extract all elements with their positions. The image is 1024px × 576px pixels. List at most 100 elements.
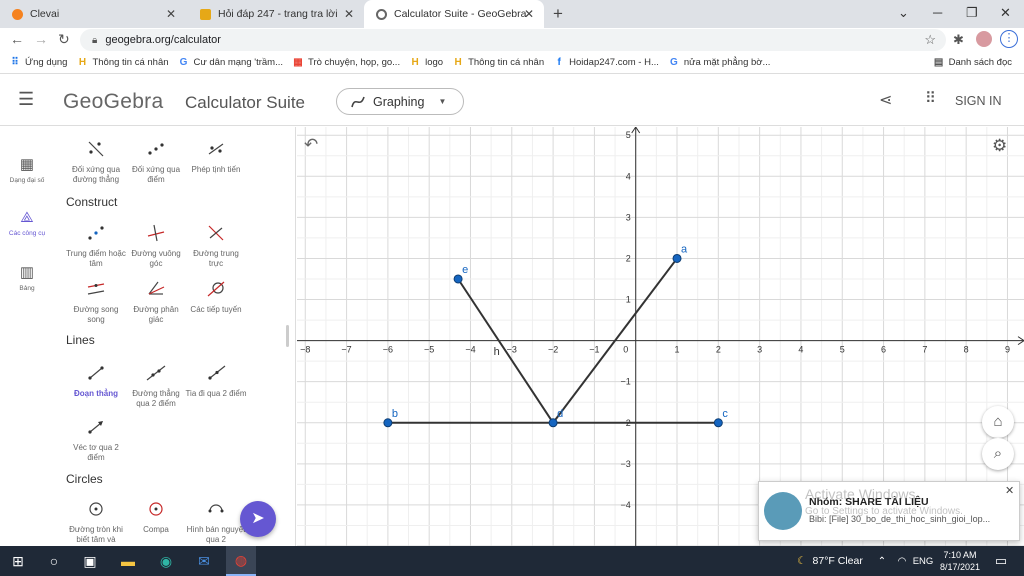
bookmark-label: logo — [425, 57, 444, 68]
bookmark-item[interactable]: f Hoidap247.com - H... — [554, 57, 658, 68]
reading-list[interactable]: ▤ Danh sách đọc — [934, 57, 1012, 68]
bookmark-item[interactable]: ⠿ Ứng dụng — [10, 57, 67, 68]
tool-reflect-line[interactable]: Đối xứng qua đường thẳng — [65, 139, 127, 185]
bookmark-item[interactable]: H Thông tin cá nhân — [77, 57, 169, 68]
bookmark-item[interactable]: Hlogo — [410, 57, 443, 68]
bookmark-item[interactable]: ▦ Trò chuyện, họp, go... — [293, 57, 400, 68]
cursor-icon: ➤ — [251, 510, 265, 527]
home-view-button[interactable]: ⌂ — [982, 406, 1014, 438]
tool-circle-center[interactable]: Đường tròn khi biết tâm và — [65, 499, 127, 545]
tool-semicircle[interactable]: Hình bán nguyệt qua 2 — [185, 499, 247, 545]
rail-item-tools[interactable]: ⟁ Các công cụ — [0, 209, 54, 237]
address-toolbar: ← → ↻ 🔒︎ geogebra.org/calculator ☆ ✱ ⋮ — [0, 28, 1024, 52]
clock[interactable]: 7:10 AM 8/17/2021 — [938, 549, 982, 573]
vector-icon — [88, 421, 103, 434]
tool-parallel[interactable]: Đường song song — [65, 279, 127, 325]
hamburger-menu-icon[interactable]: ☰ — [18, 89, 34, 110]
zoom-icon: ⌕ — [993, 445, 1003, 462]
tool-segment-selected[interactable]: Đoạn thẳng — [65, 363, 127, 399]
bookmark-item[interactable]: Gnửa mặt phẳng bờ... — [669, 57, 770, 68]
search-button[interactable]: ○ — [40, 546, 68, 576]
tool-vector[interactable]: Véc tơ qua 2 điểm — [65, 417, 127, 463]
browser-tab-active[interactable]: Calculator Suite - GeoGebra ✕ — [364, 0, 544, 28]
browser-tab[interactable]: Clevai ✕ — [0, 0, 186, 28]
profile-menu-icon[interactable]: ⌄ — [898, 5, 909, 21]
extensions-icon[interactable]: ✱ — [953, 32, 964, 48]
store-button[interactable]: ▣ — [76, 546, 104, 576]
hoidap-favicon-icon: H — [411, 56, 419, 68]
x-tick-label: −4 — [465, 345, 475, 355]
start-button[interactable]: ⊞ — [4, 546, 32, 576]
google-icon: G — [179, 56, 188, 68]
new-tab-icon[interactable]: + — [553, 4, 563, 24]
bookmark-label: Ứng dụng — [25, 57, 68, 68]
apps-grid-icon[interactable]: ⠿ — [925, 89, 936, 107]
reading-list-icon: ▤ — [933, 56, 944, 68]
browser-tab[interactable]: Hỏi đáp 247 - trang tra lời ✕ — [188, 0, 364, 28]
network-icon[interactable]: ◠ — [894, 546, 910, 576]
app-selector-label: Graphing — [373, 94, 425, 109]
bookmark-item[interactable]: G Cư dân mạng 'trầm... — [179, 56, 283, 68]
point — [383, 418, 393, 428]
tool-label: Đoạn thẳng — [74, 389, 118, 398]
edge-button[interactable]: ◉ — [152, 546, 180, 576]
undo-icon[interactable]: ↶ — [304, 135, 318, 155]
url-bar[interactable]: 🔒︎ geogebra.org/calculator ☆ — [80, 29, 946, 51]
restore-icon[interactable]: ❐ — [966, 5, 978, 21]
minimize-icon[interactable]: ─ — [933, 5, 942, 20]
close-tab-icon[interactable]: ✕ — [524, 7, 534, 21]
tangents-icon — [207, 281, 225, 297]
share-icon[interactable]: ⋖ — [879, 90, 892, 110]
forward-icon[interactable]: → — [34, 31, 48, 47]
language-indicator[interactable]: ENG — [910, 546, 936, 576]
file-explorer-button[interactable]: ▬ — [114, 546, 142, 576]
weather-widget[interactable]: ☾ 87°F Clear — [790, 546, 870, 576]
tool-label: Hình bán nguyệt qua 2 — [186, 525, 246, 544]
close-window-icon[interactable]: ✕ — [1000, 5, 1011, 21]
reload-icon[interactable]: ↻ — [58, 31, 70, 48]
point-label: d — [557, 408, 563, 420]
tool-translate[interactable]: Phép tịnh tiến — [185, 139, 247, 175]
rail-item-algebra[interactable]: ▦ Dạng đại số — [0, 155, 54, 184]
tray-overflow-icon[interactable]: ⌃ — [874, 546, 890, 576]
tool-perpendicular-bisector[interactable]: Đường trung trực — [185, 223, 247, 269]
sign-in-button[interactable]: SIGN IN — [955, 94, 1002, 108]
settings-gear-icon[interactable]: ⚙ — [992, 136, 1007, 156]
geogebra-favicon-icon — [376, 8, 387, 20]
close-notification-icon[interactable]: ✕ — [1005, 484, 1014, 497]
notifications-icon[interactable]: ▭ — [990, 546, 1012, 576]
chrome-button[interactable]: ◍ — [226, 546, 256, 576]
select-tool-button[interactable]: ➤ — [240, 501, 276, 537]
tool-tangents[interactable]: Các tiếp tuyến — [185, 279, 247, 315]
menu-kebab-icon[interactable]: ⋮ — [1000, 30, 1018, 48]
section-title: Circles — [66, 472, 103, 486]
y-tick-label: 2 — [626, 253, 631, 263]
close-tab-icon[interactable]: ✕ — [166, 7, 176, 21]
close-tab-icon[interactable]: ✕ — [344, 7, 354, 21]
bookmark-item[interactable]: H Thông tin cá nhân — [453, 57, 544, 68]
url-text: geogebra.org/calculator — [105, 34, 221, 46]
edge-icon: ◉ — [159, 552, 173, 569]
avatar[interactable] — [976, 31, 992, 47]
lock-icon: 🔒︎ — [92, 34, 98, 46]
tool-reflect-point[interactable]: Đối xứng qua điểm — [125, 139, 187, 185]
chat-notification[interactable]: Nhóm: SHARE TÀI LIỆU Bibi: [File] 30_bo_… — [758, 481, 1020, 541]
tool-angle-bisector[interactable]: Đường phân giác — [125, 279, 187, 325]
zoom-button[interactable]: ⌕ — [982, 438, 1014, 470]
mail-button[interactable]: ✉ — [190, 546, 218, 576]
tool-label: Đối xứng qua đường thẳng — [71, 165, 121, 184]
y-tick-label: −4 — [620, 500, 630, 510]
chrome-icon: ◍ — [234, 551, 248, 568]
tool-perpendicular[interactable]: Đường vuông góc — [125, 223, 187, 269]
reading-list-label: Danh sách đọc — [948, 57, 1012, 68]
y-tick-label: 3 — [626, 212, 631, 222]
tool-compass[interactable]: Compa — [125, 499, 187, 535]
tool-ray[interactable]: Tia đi qua 2 điểm — [185, 363, 247, 399]
back-icon[interactable]: ← — [10, 31, 24, 47]
tool-midpoint[interactable]: Trung điểm hoặc tâm — [65, 223, 127, 269]
panel-scrollbar[interactable] — [286, 325, 289, 347]
rail-item-table[interactable]: ▥ Bảng — [0, 263, 54, 292]
app-selector-dropdown[interactable]: Graphing ▼ — [336, 88, 464, 115]
tool-line[interactable]: Đường thẳng qua 2 điểm — [125, 363, 187, 409]
bookmark-star-icon[interactable]: ☆ — [924, 32, 936, 48]
